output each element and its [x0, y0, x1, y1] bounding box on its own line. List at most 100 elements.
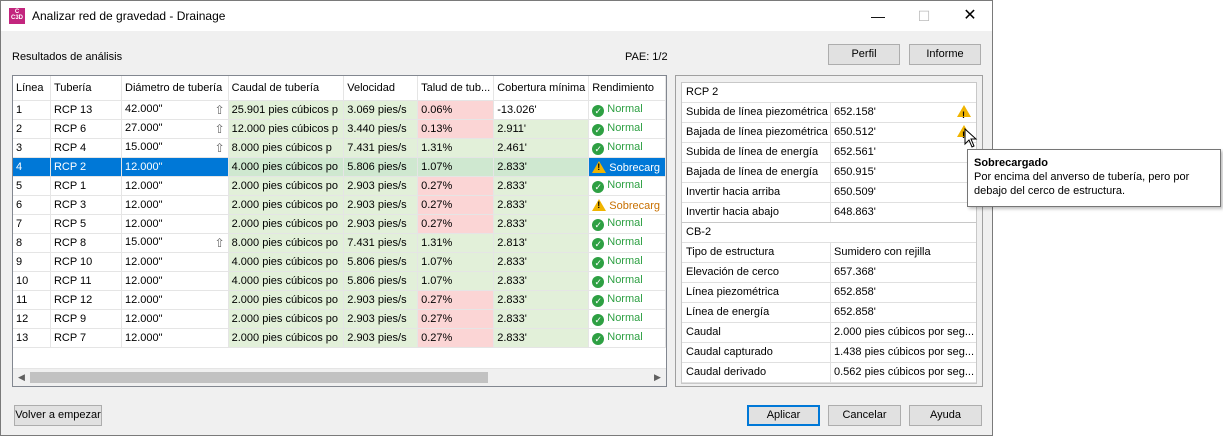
diameter-cell: 12.000": [121, 271, 229, 291]
table-row[interactable]: 2 RCP 6 ⇧ 27.000" 12.000 pies cúbicos p 3.440…: [13, 119, 666, 139]
pipe-cell-text: RCP 11: [53, 275, 92, 287]
mouse-cursor-icon: [964, 128, 978, 148]
table-row[interactable]: 9 RCP 10 12.000" 4.000 pies cúbicos po 5.806…: [13, 252, 666, 272]
flow-cell: 2.000 pies cúbicos po: [228, 214, 345, 234]
property-name: Elevación de cerco: [686, 263, 831, 282]
warning-icon[interactable]: [957, 105, 971, 125]
restart-button[interactable]: Volver a empezar: [14, 405, 102, 426]
velocity-cell-text: 2.903 pies/s: [347, 294, 407, 306]
performance-cell[interactable]: Sobrecarg: [588, 195, 666, 215]
minimize-icon[interactable]: —: [855, 1, 901, 31]
scroll-thumb[interactable]: [30, 372, 488, 383]
slope-cell: 1.07%: [417, 252, 495, 272]
column-header[interactable]: Velocidad: [343, 76, 419, 101]
pipe-cell: RCP 13: [50, 100, 123, 120]
table-row[interactable]: 6 RCP 3 12.000" 2.000 pies cúbicos po 2.903 …: [13, 195, 666, 215]
check-circle-icon: ✓: [592, 143, 605, 155]
property-row: Caudal 2.000 pies cúbicos por seg...: [682, 323, 976, 343]
diameter-cell-text: 15.000": [125, 236, 163, 248]
diameter-cell-text: 27.000": [125, 122, 163, 134]
cover-cell: 2.461': [493, 138, 590, 158]
performance-cell[interactable]: ✓ Normal: [588, 119, 666, 139]
property-name: Caudal derivado: [686, 363, 831, 382]
performance-cell[interactable]: ✓ Normal: [588, 290, 666, 310]
flow-cell-text: 2.000 pies cúbicos po: [231, 180, 339, 192]
table-row[interactable]: 13 RCP 7 12.000" 2.000 pies cúbicos po 2.903…: [13, 328, 666, 348]
velocity-cell: 5.806 pies/s: [343, 252, 419, 272]
cover-cell-text: 2.461': [497, 142, 527, 154]
column-header[interactable]: Cobertura mínima: [493, 76, 590, 101]
slope-cell-text: 0.27%: [421, 313, 453, 325]
scroll-right-icon[interactable]: ▶: [649, 369, 666, 386]
scroll-left-icon[interactable]: ◀: [13, 369, 30, 386]
property-value: 650.915': [834, 166, 876, 178]
table-row[interactable]: 1 RCP 13 ⇧ 42.000" 25.901 pies cúbicos p 3.06…: [13, 100, 666, 120]
property-row: Tipo de estructura Sumidero con rejilla: [682, 243, 976, 263]
performance-cell[interactable]: ✓ Normal: [588, 309, 666, 329]
help-button[interactable]: Ayuda: [909, 405, 982, 426]
performance-text: Normal: [607, 236, 643, 248]
performance-cell[interactable]: ✓ Normal: [588, 271, 666, 291]
table-row[interactable]: 3 RCP 4 ⇧ 15.000" 8.000 pies cúbicos p 7.431 …: [13, 138, 666, 158]
results-grid[interactable]: Línea Tubería Diámetro de tubería Caudal de…: [12, 75, 667, 387]
velocity-cell: 3.440 pies/s: [343, 119, 419, 139]
velocity-cell: 7.431 pies/s: [343, 138, 419, 158]
cover-cell: 2.911': [493, 119, 590, 139]
column-header[interactable]: Línea: [13, 76, 51, 101]
performance-cell[interactable]: ✓ Normal: [588, 328, 666, 348]
velocity-cell-text: 2.903 pies/s: [347, 199, 407, 211]
table-row[interactable]: 10 RCP 11 12.000" 4.000 pies cúbicos po 5.80…: [13, 271, 666, 291]
flow-cell-text: 8.000 pies cúbicos p: [231, 142, 332, 154]
performance-cell[interactable]: ✓ Normal: [588, 176, 666, 196]
pipe-cell: RCP 5: [50, 214, 123, 234]
flow-cell-text: 12.000 pies cúbicos p: [231, 123, 339, 135]
performance-text: Normal: [607, 331, 643, 343]
line-cell-text: 10: [16, 275, 29, 287]
column-header[interactable]: Talud de tub...: [417, 76, 495, 101]
table-row[interactable]: 8 RCP 8 ⇧ 15.000" 8.000 pies cúbicos po 7.431…: [13, 233, 666, 253]
performance-cell[interactable]: ✓ Normal: [588, 233, 666, 253]
flow-cell: 2.000 pies cúbicos po: [228, 195, 345, 215]
title-bar[interactable]: C C3D Analizar red de gravedad - Drainage…: [1, 1, 992, 31]
table-row[interactable]: 5 RCP 1 12.000" 2.000 pies cúbicos po 2.903 …: [13, 176, 666, 196]
property-value: 2.000 pies cúbicos por seg...: [834, 326, 974, 338]
cancel-button[interactable]: Cancelar: [828, 405, 901, 426]
pipe-cell: RCP 3: [50, 195, 123, 215]
diameter-cell: 12.000": [121, 214, 229, 234]
table-row[interactable]: 12 RCP 9 12.000" 2.000 pies cúbicos po 2.903…: [13, 309, 666, 329]
column-header[interactable]: Tubería: [50, 76, 123, 101]
property-row: Línea de energía 652.858': [682, 303, 976, 323]
velocity-cell-text: 5.806 pies/s: [347, 161, 407, 173]
column-header[interactable]: Diámetro de tubería: [121, 76, 229, 101]
performance-cell[interactable]: ✓ Normal: [588, 100, 666, 120]
slope-cell: 0.27%: [417, 195, 495, 215]
line-cell-text: 7: [16, 218, 23, 230]
slope-cell-text: 1.07%: [421, 161, 453, 173]
column-header[interactable]: Caudal de tubería: [228, 76, 345, 101]
velocity-cell: 5.806 pies/s: [343, 157, 419, 177]
diameter-cell-text: 12.000": [125, 180, 163, 192]
table-row[interactable]: 7 RCP 5 12.000" 2.000 pies cúbicos po 2.903 …: [13, 214, 666, 234]
flow-cell-text: 2.000 pies cúbicos po: [231, 332, 339, 344]
performance-text: Normal: [607, 312, 643, 324]
pipe-cell-text: RCP 4: [53, 142, 87, 154]
horizontal-scrollbar[interactable]: ◀ ▶: [13, 368, 666, 386]
velocity-cell-text: 7.431 pies/s: [347, 237, 407, 249]
perfil-button[interactable]: Perfil: [828, 44, 900, 65]
flow-cell-text: 2.000 pies cúbicos po: [231, 218, 339, 230]
performance-cell[interactable]: ✓ Normal: [588, 214, 666, 234]
performance-cell[interactable]: Sobrecarg: [588, 157, 666, 177]
performance-cell[interactable]: ✓ Normal: [588, 252, 666, 272]
table-row[interactable]: 4 RCP 2 12.000" 4.000 pies cúbicos po 5.806 …: [13, 157, 666, 177]
cover-cell-text: 2.833': [497, 256, 527, 268]
close-icon[interactable]: ✕: [947, 1, 993, 31]
column-header[interactable]: Rendimiento: [588, 76, 666, 101]
table-row[interactable]: 11 RCP 12 12.000" 2.000 pies cúbicos po 2.90…: [13, 290, 666, 310]
velocity-cell: 2.903 pies/s: [343, 290, 419, 310]
informe-button[interactable]: Informe: [909, 44, 981, 65]
pipe-cell-text: RCP 12: [53, 294, 93, 306]
cover-cell: 2.813': [493, 233, 590, 253]
velocity-cell-text: 7.431 pies/s: [347, 142, 407, 154]
apply-button[interactable]: Aplicar: [747, 405, 820, 426]
performance-cell[interactable]: ✓ Normal: [588, 138, 666, 158]
